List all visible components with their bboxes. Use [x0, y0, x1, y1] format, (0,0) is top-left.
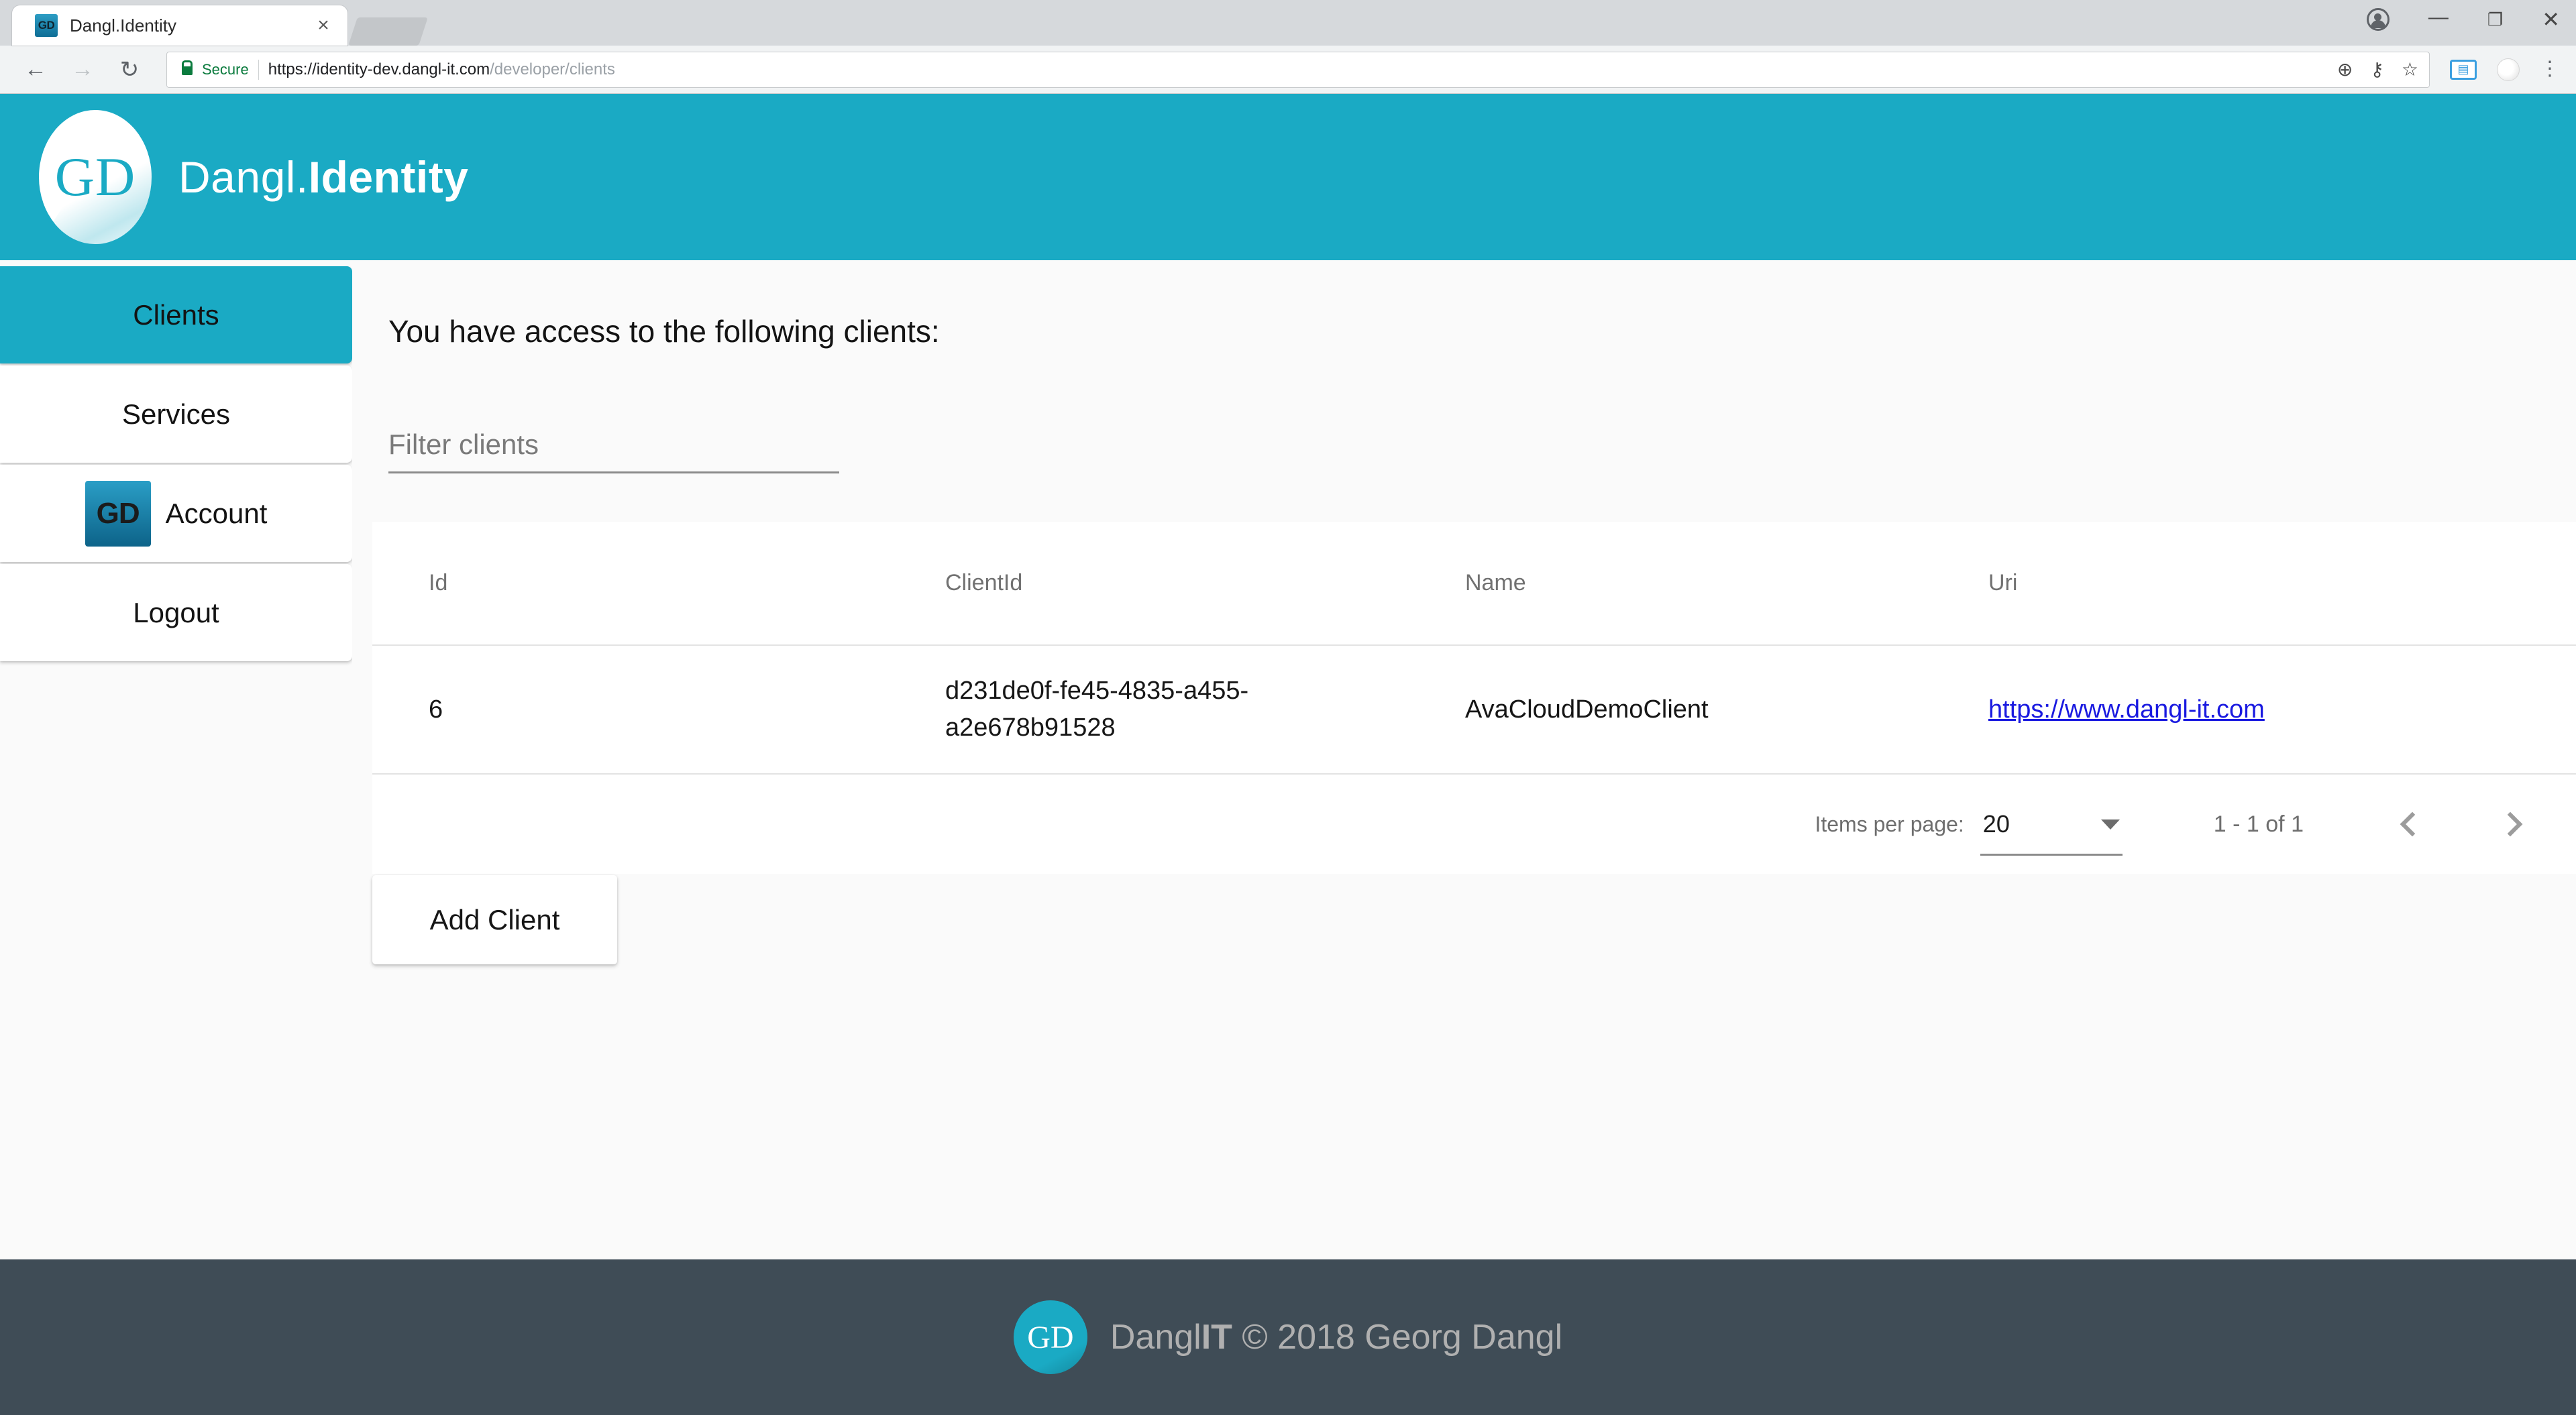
security-label: Secure [202, 60, 249, 78]
previous-page-button[interactable] [2385, 797, 2439, 851]
column-header-uri: Uri [1932, 522, 2576, 646]
footer-logo-icon: GD [1013, 1300, 1087, 1374]
main-content: You have access to the following clients… [352, 260, 2576, 1259]
add-client-button[interactable]: Add Client [372, 875, 617, 965]
tab-strip: GD Dangl.Identity × — ❐ ✕ [0, 0, 2576, 46]
reload-icon[interactable]: ↻ [109, 49, 150, 91]
cell-name: AvaCloudDemoClient [1409, 645, 1932, 775]
column-header-clientid: ClientId [889, 522, 1409, 646]
clients-table-card: Id ClientId Name Uri 6 d231de0f-fe45-483… [372, 522, 2576, 874]
window-minimize-icon[interactable]: — [2428, 7, 2449, 27]
key-icon[interactable]: ⚷ [2370, 60, 2384, 79]
items-per-page-value: 20 [1982, 810, 2010, 838]
clients-table: Id ClientId Name Uri 6 d231de0f-fe45-483… [372, 522, 2576, 775]
chevron-right-icon [2498, 811, 2523, 837]
profile-avatar-icon[interactable] [2366, 8, 2390, 31]
url-text: https://identity-dev.dangl-it.com/develo… [268, 60, 615, 79]
bookmark-star-icon[interactable]: ☆ [2402, 60, 2418, 79]
app-title-light: Dangl. [178, 152, 309, 202]
cell-uri: https://www.dangl-it.com [1932, 645, 2576, 775]
back-icon[interactable]: ← [15, 49, 56, 91]
table-row[interactable]: 6 d231de0f-fe45-4835-a455-a2e678b91528 A… [372, 645, 2576, 775]
filter-underline [388, 471, 839, 473]
chevron-left-icon [2400, 811, 2425, 837]
page-title: Dangl.Identity [178, 152, 468, 203]
omnibox-icons: ⊕ ⚷ ☆ [2337, 60, 2418, 79]
table-paginator: Items per page: 20 1 - 1 of 1 [372, 775, 2576, 874]
chrome-menu-icon[interactable]: ⋮ [2540, 59, 2560, 78]
body-wrapper: Clients Services GD Account Logout You h… [0, 260, 2576, 1259]
browser-tab[interactable]: GD Dangl.Identity × [12, 5, 347, 46]
window-maximize-icon[interactable]: ❐ [2487, 11, 2503, 28]
footer-text-post: © 2018 Georg Dangl [1232, 1318, 1563, 1357]
browser-chrome: GD Dangl.Identity × — ❐ ✕ ← → ↻ Secure h… [0, 0, 2576, 94]
cell-clientid: d231de0f-fe45-4835-a455-a2e678b91528 [889, 645, 1409, 775]
items-per-page-label: Items per page: [1815, 811, 1964, 836]
filter-field [388, 429, 839, 473]
window-close-icon[interactable]: ✕ [2542, 9, 2560, 30]
page-content: GD Dangl.Identity Clients Services GD Ac… [0, 94, 2576, 1415]
footer-text-pre: Dangl [1110, 1318, 1201, 1357]
new-tab-button[interactable] [348, 17, 428, 46]
zoom-icon[interactable]: ⊕ [2337, 60, 2353, 79]
sidebar-item-label: Account [165, 497, 268, 529]
client-uri-link[interactable]: https://www.dangl-it.com [1988, 695, 2265, 724]
address-bar[interactable]: Secure https://identity-dev.dangl-it.com… [166, 51, 2430, 88]
extension-icons: ▤ ⋮ [2443, 58, 2560, 81]
account-avatar-icon: GD [85, 480, 151, 547]
sidebar-item-services[interactable]: Services [0, 365, 352, 463]
window-controls: — ❐ ✕ [2366, 7, 2560, 31]
tab-favicon-icon: GD [35, 14, 58, 37]
omnibox-divider [258, 59, 259, 80]
column-header-name: Name [1409, 522, 1932, 646]
table-header-row: Id ClientId Name Uri [372, 522, 2576, 646]
url-domain: https://identity-dev.dangl-it.com [268, 60, 490, 78]
logo-text: GD [54, 146, 136, 207]
tab-title: Dangl.Identity [70, 15, 176, 36]
filter-clients-input[interactable] [388, 429, 839, 471]
footer-copyright: DanglIT © 2018 Georg Dangl [1110, 1317, 1562, 1357]
browser-toolbar: ← → ↻ Secure https://identity-dev.dangl-… [0, 46, 2576, 94]
items-per-page-select[interactable]: 20 [1980, 810, 2123, 856]
sidebar-item-logout[interactable]: Logout [0, 564, 352, 661]
app-title-bold: Identity [308, 152, 469, 202]
page-footer: GD DanglIT © 2018 Georg Dangl [0, 1259, 2576, 1415]
chevron-down-icon [2100, 819, 2120, 830]
app-header: GD Dangl.Identity [0, 94, 2576, 260]
url-path: /developer/clients [490, 60, 615, 78]
select-underline [1980, 854, 2123, 856]
dangl-logo-icon: GD [39, 110, 152, 244]
sidebar-item-label: Logout [133, 596, 219, 628]
next-page-button[interactable] [2483, 797, 2537, 851]
sidebar-item-account[interactable]: GD Account [0, 465, 352, 562]
extension-badge-icon[interactable]: ▤ [2450, 59, 2477, 80]
intro-text: You have access to the following clients… [388, 314, 940, 349]
extension-circle-icon[interactable] [2497, 58, 2520, 81]
paginator-arrows [2385, 797, 2537, 851]
sidebar-item-label: Clients [133, 298, 219, 331]
footer-text-bold: IT [1201, 1318, 1232, 1357]
cell-id: 6 [372, 645, 889, 775]
column-header-id: Id [372, 522, 889, 646]
tab-close-icon[interactable]: × [309, 15, 338, 36]
sidebar-item-label: Services [121, 398, 231, 430]
forward-icon: → [71, 56, 94, 82]
lock-icon [182, 60, 193, 75]
sidebar-item-clients[interactable]: Clients [0, 266, 352, 363]
footer-logo-text: GD [1027, 1319, 1074, 1355]
page-range-label: 1 - 1 of 1 [2213, 811, 2304, 837]
sidebar: Clients Services GD Account Logout [0, 260, 352, 1259]
